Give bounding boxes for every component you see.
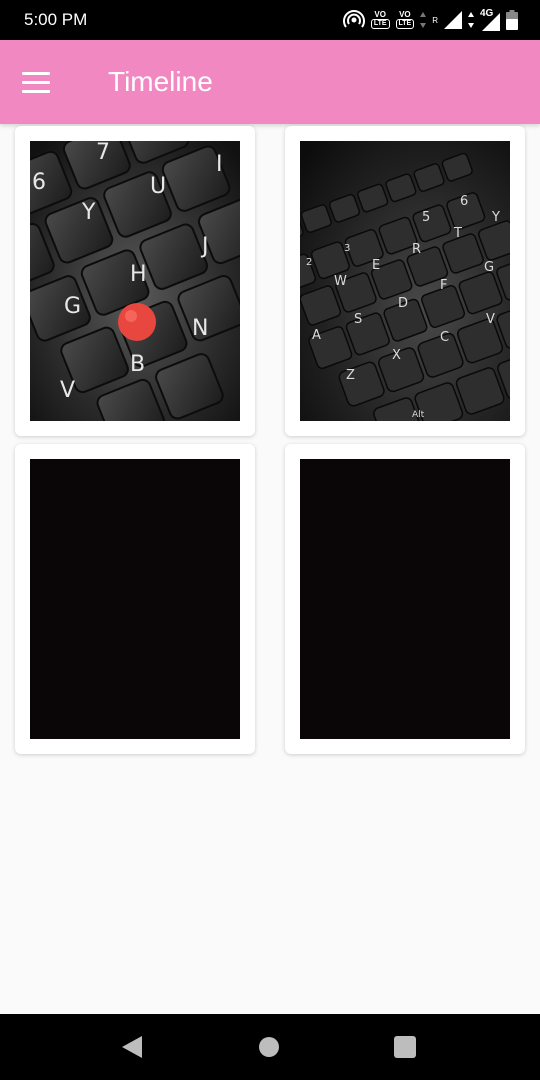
svg-text:G: G	[64, 294, 81, 319]
svg-text:Alt: Alt	[412, 410, 425, 420]
status-icons: VO LTE VO LTE R 4G	[342, 8, 518, 32]
roaming-label: R	[432, 15, 438, 25]
trackpoint	[118, 303, 156, 341]
svg-text:W: W	[334, 274, 347, 289]
svg-text:A: A	[312, 328, 321, 343]
svg-text:Z: Z	[346, 368, 355, 383]
svg-text:S: S	[354, 312, 362, 327]
svg-text:X: X	[392, 348, 401, 363]
back-icon[interactable]	[122, 1036, 142, 1058]
svg-text:5: 5	[422, 210, 430, 225]
svg-text:T: T	[453, 226, 462, 241]
signal-4g-icon: 4G	[480, 8, 500, 31]
svg-text:H: H	[130, 262, 147, 287]
svg-text:N: N	[192, 316, 208, 341]
svg-text:7: 7	[96, 141, 110, 165]
app-bar: Timeline	[0, 40, 540, 124]
photo-card-3[interactable]	[15, 444, 255, 754]
svg-text:U: U	[150, 174, 166, 199]
keyboard-photo-wide: 5 6 R T Y W E F G D S A C V X Z Alt 3 2	[300, 141, 510, 421]
svg-text:J: J	[200, 234, 209, 259]
svg-text:G: G	[484, 260, 494, 275]
svg-text:D: D	[398, 296, 408, 311]
dark-photo	[300, 459, 510, 739]
hotspot-icon	[342, 10, 365, 28]
svg-text:6: 6	[32, 170, 46, 195]
svg-text:R: R	[412, 242, 421, 257]
sim2-volte-icon: VO LTE	[395, 11, 415, 29]
battery-icon	[506, 10, 518, 30]
photo-card-1[interactable]: 7 6 Y U I H J G N B V	[15, 126, 255, 436]
svg-text:F: F	[440, 278, 447, 293]
home-icon[interactable]	[259, 1037, 279, 1057]
page-title: Timeline	[108, 66, 213, 97]
status-time: 5:00 PM	[24, 10, 88, 29]
photo-card-4[interactable]	[285, 444, 525, 754]
photo-card-2[interactable]: 5 6 R T Y W E F G D S A C V X Z Alt 3 2	[285, 126, 525, 436]
svg-text:6: 6	[460, 194, 468, 209]
signal-icon	[444, 11, 462, 29]
data-arrows-icon-2	[468, 12, 474, 28]
navigation-bar	[0, 1014, 540, 1080]
svg-text:Y: Y	[81, 200, 96, 225]
svg-text:V: V	[486, 312, 495, 327]
svg-text:B: B	[130, 352, 145, 377]
svg-text:I: I	[216, 152, 223, 177]
dark-photo	[30, 459, 240, 739]
svg-text:E: E	[372, 258, 380, 273]
data-arrows-icon	[420, 12, 427, 28]
svg-text:C: C	[440, 330, 449, 345]
status-bar: 5:00 PM VO LTE VO LTE R 4G	[0, 0, 540, 40]
svg-text:V: V	[60, 378, 75, 403]
svg-text:2: 2	[306, 257, 312, 268]
svg-text:Y: Y	[491, 210, 500, 225]
svg-text:3: 3	[344, 243, 350, 254]
sim1-volte-icon: VO LTE	[370, 11, 390, 29]
recents-icon[interactable]	[394, 1036, 416, 1058]
menu-icon[interactable]	[22, 66, 62, 98]
keyboard-photo-closeup: 7 6 Y U I H J G N B V	[30, 141, 240, 421]
